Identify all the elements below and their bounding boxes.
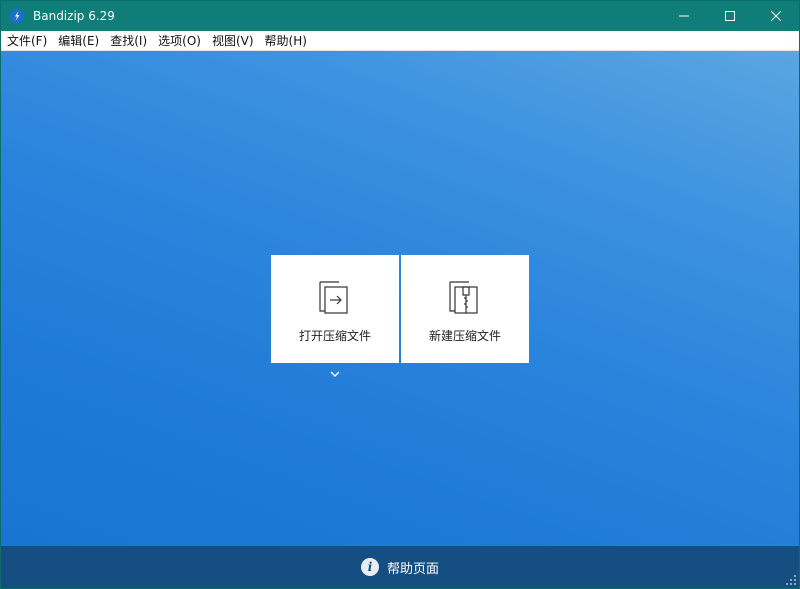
minimize-button[interactable] xyxy=(661,1,707,31)
bandizip-logo-icon xyxy=(9,8,25,24)
open-archive-icon xyxy=(315,277,355,317)
menu-bar: 文件(F) 编辑(E) 查找(I) 选项(O) 视图(V) 帮助(H) xyxy=(1,31,799,51)
footer-bar: i 帮助页面 xyxy=(1,546,799,588)
title-bar[interactable]: Bandizip 6.29 xyxy=(1,1,799,31)
menu-view[interactable]: 视图(V) xyxy=(206,31,259,51)
open-archive-label: 打开压缩文件 xyxy=(298,329,371,343)
help-page-label: 帮助页面 xyxy=(386,561,439,577)
help-page-link[interactable]: i 帮助页面 xyxy=(360,558,439,577)
window-title: Bandizip 6.29 xyxy=(33,9,115,23)
new-archive-icon xyxy=(445,277,485,317)
menu-file[interactable]: 文件(F) xyxy=(1,31,52,51)
resize-grip-icon[interactable] xyxy=(785,574,797,586)
main-area: 打开压缩文件 新建压缩文件 xyxy=(1,51,799,548)
menu-find[interactable]: 查找(I) xyxy=(104,31,152,51)
close-icon xyxy=(771,11,781,21)
maximize-icon xyxy=(725,11,735,21)
info-icon: i xyxy=(360,558,379,576)
minimize-icon xyxy=(679,15,689,17)
open-archive-button[interactable]: 打开压缩文件 xyxy=(271,255,399,363)
menu-options[interactable]: 选项(O) xyxy=(152,31,206,51)
close-button[interactable] xyxy=(753,1,799,31)
window-controls xyxy=(661,1,799,31)
maximize-button[interactable] xyxy=(707,1,753,31)
menu-edit[interactable]: 编辑(E) xyxy=(52,31,104,51)
app-window: Bandizip 6.29 文件(F) 编辑(E) 查找(I) 选项(O) 视图… xyxy=(0,0,800,589)
new-archive-label: 新建压缩文件 xyxy=(428,329,501,343)
chevron-down-icon xyxy=(330,371,340,377)
menu-help[interactable]: 帮助(H) xyxy=(259,31,312,51)
new-archive-button[interactable]: 新建压缩文件 xyxy=(401,255,529,363)
open-options-dropdown[interactable] xyxy=(327,368,343,380)
